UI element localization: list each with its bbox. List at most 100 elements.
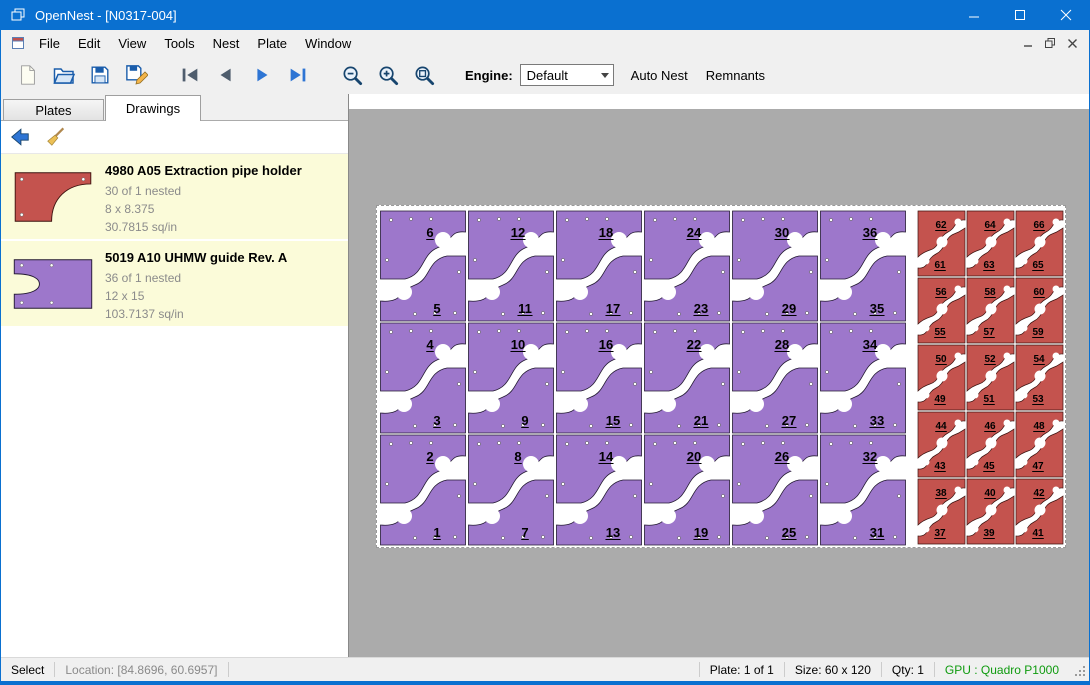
- part-cutout: [572, 396, 588, 412]
- drill-hole: [413, 536, 416, 539]
- tab-drawings[interactable]: Drawings: [105, 95, 201, 121]
- drill-hole: [897, 494, 900, 497]
- drawing-list-item[interactable]: 4980 A05 Extraction pipe holder 30 of 1 …: [1, 154, 348, 239]
- send-to-nest-button[interactable]: [6, 124, 34, 150]
- drawing-list-item[interactable]: 5019 A10 UHMW guide Rev. A 36 of 1 neste…: [1, 241, 348, 326]
- drill-hole: [20, 263, 23, 266]
- part-cutout: [955, 487, 962, 494]
- drill-hole: [673, 329, 676, 332]
- drill-hole: [721, 494, 724, 497]
- engine-combobox[interactable]: Default: [520, 64, 614, 86]
- part-number: 30: [775, 225, 789, 240]
- remnants-button[interactable]: Remnants: [697, 63, 774, 88]
- part-cutout: [923, 325, 930, 332]
- open-button[interactable]: [47, 60, 81, 90]
- nest-pair: 10 9: [467, 322, 555, 434]
- drill-hole: [693, 329, 696, 332]
- part-cutout: [1035, 237, 1046, 248]
- drill-hole: [20, 213, 23, 216]
- zoom-in-icon: [377, 64, 400, 87]
- nest-pair: 52 51: [966, 344, 1015, 411]
- drawing-area: 103.7137 sq/in: [105, 305, 348, 323]
- save-button[interactable]: [83, 60, 117, 90]
- maximize-button[interactable]: [997, 0, 1043, 30]
- drawing-title: 5019 A10 UHMW guide Rev. A: [105, 250, 348, 265]
- drill-hole: [585, 217, 588, 220]
- nest-pair: 26 25: [731, 434, 819, 546]
- menu-item-file[interactable]: File: [30, 32, 69, 55]
- drill-hole: [849, 329, 852, 332]
- part-cutout: [986, 371, 997, 382]
- drill-hole: [501, 424, 504, 427]
- nest-canvas[interactable]: 6 5 12 11 18 17 24 23 30 29: [349, 94, 1089, 657]
- drill-hole: [897, 382, 900, 385]
- next-plate-button[interactable]: [245, 60, 279, 90]
- first-plate-button[interactable]: [173, 60, 207, 90]
- zoom-in-button[interactable]: [371, 60, 405, 90]
- nest-pair: 24 23: [643, 210, 731, 322]
- nest-pair: 62 61: [917, 210, 966, 277]
- drill-hole: [413, 424, 416, 427]
- part-number: 45: [983, 461, 995, 472]
- drill-hole: [721, 382, 724, 385]
- previous-plate-button[interactable]: [209, 60, 243, 90]
- part-number: 40: [984, 488, 996, 499]
- clear-button[interactable]: [42, 124, 70, 150]
- drill-hole: [409, 217, 412, 220]
- drill-hole: [737, 482, 740, 485]
- part-cutout: [937, 304, 948, 315]
- nest-pair: 50 49: [917, 344, 966, 411]
- nest-pair: 6 5: [379, 210, 467, 322]
- status-gpu: GPU : Quadro P1000: [935, 663, 1069, 677]
- engine-dropdown-button[interactable]: [597, 73, 613, 78]
- mdi-minimize-button[interactable]: [1017, 33, 1039, 53]
- drill-hole: [389, 218, 392, 221]
- drill-hole: [741, 442, 744, 445]
- purple-grid: 6 5 12 11 18 17 24 23 30 29: [379, 210, 907, 546]
- drill-hole: [869, 217, 872, 220]
- save-as-button[interactable]: [119, 60, 153, 90]
- last-plate-button[interactable]: [281, 60, 315, 90]
- status-qty: Qty: 1: [882, 663, 934, 677]
- drill-hole: [633, 270, 636, 273]
- mdi-document-icon[interactable]: [10, 35, 26, 51]
- drill-hole: [50, 263, 53, 266]
- zoom-fit-icon: [413, 64, 436, 87]
- drill-hole: [653, 218, 656, 221]
- menu-item-window[interactable]: Window: [296, 32, 360, 55]
- statusbar-divider: [228, 662, 229, 677]
- menu-item-edit[interactable]: Edit: [69, 32, 109, 55]
- zoom-fit-button[interactable]: [407, 60, 441, 90]
- zoom-out-button[interactable]: [335, 60, 369, 90]
- nest-pair: 38 37: [917, 478, 966, 545]
- minimize-button[interactable]: [951, 0, 997, 30]
- menu-item-tools[interactable]: Tools: [155, 32, 203, 55]
- drill-hole: [409, 329, 412, 332]
- tab-plates[interactable]: Plates: [3, 99, 104, 121]
- drill-hole: [545, 494, 548, 497]
- menu-item-view[interactable]: View: [109, 32, 155, 55]
- close-button[interactable]: [1043, 0, 1089, 30]
- titlebar[interactable]: OpenNest - [N0317-004]: [1, 0, 1089, 30]
- thumbnail-shape: [14, 259, 91, 308]
- part-number: 25: [782, 525, 796, 540]
- part-number: 7: [521, 525, 528, 540]
- menu-item-plate[interactable]: Plate: [248, 32, 296, 55]
- drill-hole: [717, 311, 720, 314]
- drill-hole: [429, 217, 432, 220]
- mdi-close-button[interactable]: [1061, 33, 1083, 53]
- resize-grip[interactable]: [1073, 664, 1087, 678]
- drill-hole: [409, 441, 412, 444]
- menu-item-nest[interactable]: Nest: [204, 32, 249, 55]
- new-button[interactable]: [11, 60, 45, 90]
- part-number: 13: [606, 525, 620, 540]
- drill-hole: [585, 441, 588, 444]
- part-number: 3: [433, 413, 440, 428]
- part-cutout: [955, 353, 962, 360]
- drill-hole: [737, 258, 740, 261]
- nest-pair: 4 3: [379, 322, 467, 434]
- plate-sheet[interactable]: 6 5 12 11 18 17 24 23 30 29: [376, 205, 1066, 548]
- part-cutout: [836, 284, 852, 300]
- mdi-restore-button[interactable]: [1039, 33, 1061, 53]
- auto-nest-button[interactable]: Auto Nest: [622, 63, 697, 88]
